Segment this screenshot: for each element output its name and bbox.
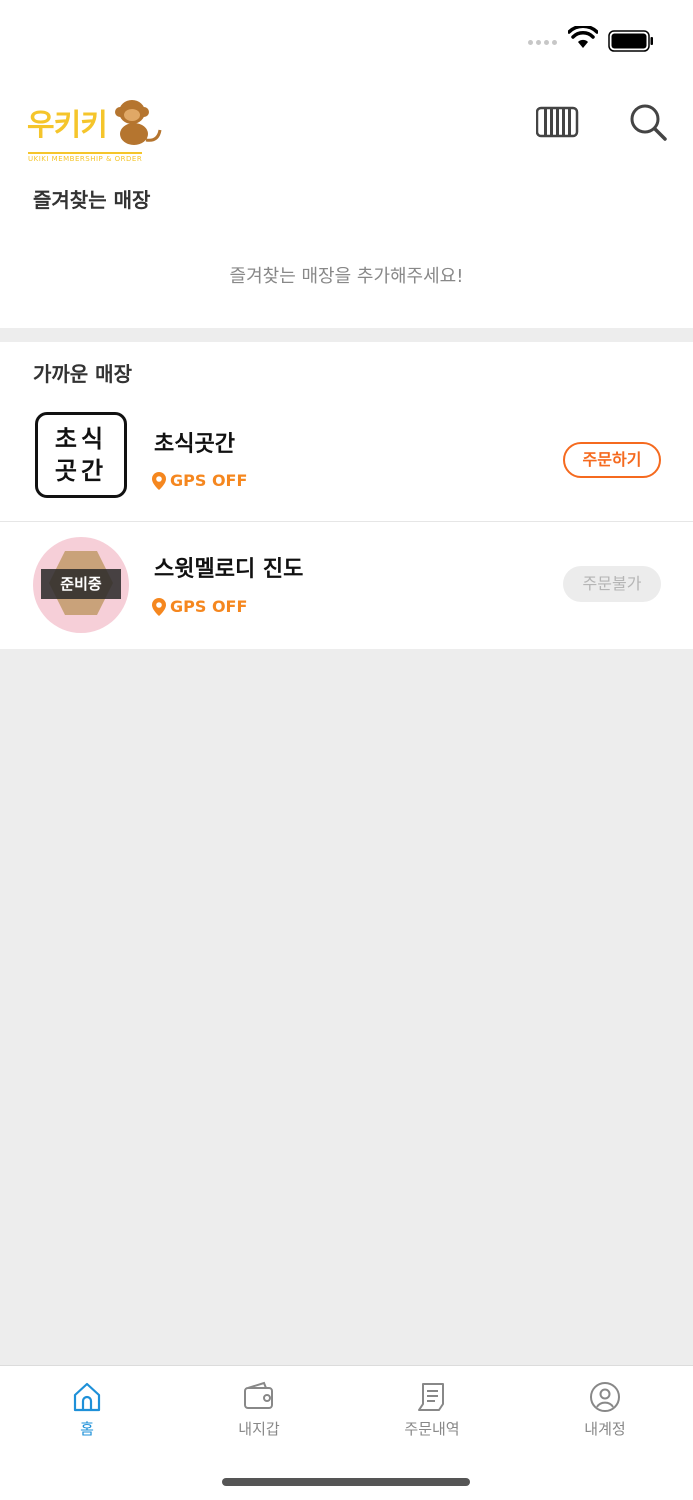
favorites-empty-message: 즐겨찾는 매장을 추가해주세요! (229, 266, 464, 287)
store-name: 스윗멜로디 진도 (154, 557, 304, 582)
store-logo-text: 초식 (54, 425, 108, 453)
tab-wallet[interactable]: 내지갑 (199, 1380, 319, 1439)
tab-label: 홈 (80, 1420, 94, 1438)
app-logo[interactable]: 우키키 UKIKI MEMBERSHIP & ORDER (27, 88, 167, 163)
gps-status: GPS OFF (152, 597, 247, 616)
preparing-badge: 준비중 (41, 569, 121, 599)
wallet-icon (244, 1381, 273, 1409)
search-button[interactable] (628, 102, 668, 142)
tab-label: 내지갑 (238, 1420, 280, 1438)
store-row[interactable]: 초식 곳간 초식곳간 GPS OFF 주문하기 (0, 396, 693, 522)
location-pin-icon (152, 597, 166, 616)
tab-label: 주문내역 (404, 1420, 460, 1438)
tab-orders[interactable]: 주문내역 (372, 1380, 492, 1439)
gps-label: GPS OFF (170, 597, 248, 616)
cellular-signal-icon (528, 40, 557, 45)
logo-subtitle: UKIKI MEMBERSHIP & ORDER (28, 152, 143, 163)
store-row[interactable]: 준비중 스윗멜로디 진도 GPS OFF 주문불가 (0, 523, 693, 649)
gps-status: GPS OFF (152, 471, 247, 490)
store-logo-text: 곳간 (54, 457, 108, 485)
store-name: 초식곳간 (154, 432, 235, 457)
barcode-button[interactable] (535, 106, 580, 138)
barcode-icon (535, 106, 579, 138)
status-bar (0, 0, 693, 80)
order-unavailable-button[interactable]: 주문불가 (563, 566, 661, 602)
monkey-mascot-icon (115, 100, 162, 145)
receipt-icon (418, 1383, 444, 1411)
location-pin-icon (152, 471, 166, 490)
nearby-title: 가까운 매장 (33, 362, 132, 386)
battery-icon (608, 30, 653, 52)
tab-home[interactable]: 홈 (27, 1380, 147, 1439)
home-icon (73, 1382, 101, 1412)
tab-account[interactable]: 내계정 (545, 1380, 665, 1439)
tab-label: 내계정 (584, 1420, 626, 1438)
favorites-title: 즐겨찾는 매장 (33, 188, 151, 212)
home-indicator (222, 1478, 470, 1486)
wifi-icon (568, 26, 598, 48)
order-button[interactable]: 주문하기 (563, 442, 661, 478)
logo-text: 우키키 (27, 108, 108, 143)
app-header: 우키키 UKIKI MEMBERSHIP & ORDER (0, 80, 693, 170)
store-logo: 준비중 (33, 537, 129, 633)
favorites-section: 즐겨찾는 매장 즐겨찾는 매장을 추가해주세요! (0, 170, 693, 328)
user-icon (590, 1382, 620, 1412)
search-icon (630, 104, 667, 141)
gps-label: GPS OFF (170, 471, 248, 490)
nearby-section: 가까운 매장 초식 곳간 초식곳간 GPS OFF 주문하기 준비중 스윗멜로디… (0, 342, 693, 649)
store-logo: 초식 곳간 (35, 412, 127, 498)
